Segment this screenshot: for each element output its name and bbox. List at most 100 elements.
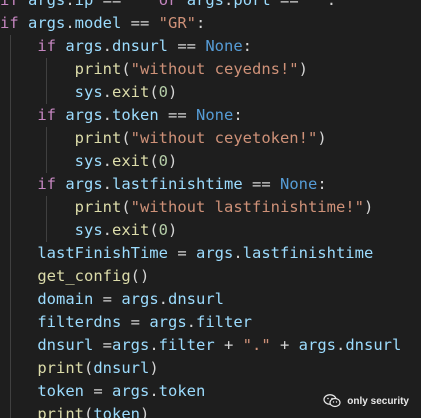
code-line[interactable]: print("without lastfinishtime!") <box>0 196 421 219</box>
code-token: "." <box>242 336 271 354</box>
code-token: == <box>93 0 131 9</box>
code-token: . <box>102 106 112 124</box>
indent-guide <box>46 196 47 219</box>
indent-guide <box>46 81 47 104</box>
code-line[interactable]: filterdns = args.filter <box>0 311 421 334</box>
indent-guide <box>46 127 47 150</box>
code-token: sys <box>74 152 103 170</box>
code-token: or <box>158 0 187 9</box>
code-token: . <box>102 175 112 193</box>
code-line[interactable]: domain = args.dnsurl <box>0 288 421 311</box>
code-token: exit <box>112 221 150 239</box>
code-token: == <box>270 0 309 9</box>
code-token: exit <box>112 152 150 170</box>
code-line[interactable]: dnsurl =args.filter + "." + args.dnsurl <box>0 334 421 357</box>
code-token: = <box>93 290 122 308</box>
code-line[interactable]: if args.ip == "" or args.port == "": <box>0 0 421 12</box>
code-line[interactable]: lastFinishTime = args.lastfinishtime <box>0 242 421 265</box>
code-token: args <box>65 106 103 124</box>
code-token: . <box>102 152 112 170</box>
code-line[interactable]: if args.token == None: <box>0 104 421 127</box>
code-token: "without ceyetoken!" <box>130 129 318 147</box>
indent-guide <box>10 104 11 127</box>
code-token: ( <box>121 60 131 78</box>
code-token: ) <box>149 359 159 377</box>
code-token: . <box>233 244 243 262</box>
indent-guide <box>46 58 47 81</box>
code-line[interactable]: if args.model == "GR": <box>0 12 421 35</box>
watermark-text: only security <box>347 395 409 407</box>
code-token: dnsurl <box>93 359 150 377</box>
code-token: . <box>149 336 159 354</box>
code-token: . <box>102 221 112 239</box>
code-token: lastfinishtime <box>242 244 374 262</box>
code-token: if <box>0 14 28 32</box>
code-area[interactable]: if args.ip == "" or args.port == "": if a… <box>0 0 421 418</box>
indent-guide <box>10 35 11 58</box>
code-token: print <box>37 359 84 377</box>
code-token: args <box>65 37 103 55</box>
code-line[interactable]: sys.exit(0) <box>0 150 421 173</box>
code-token: + <box>270 336 299 354</box>
code-token: lastFinishTime <box>37 244 168 262</box>
code-token: "" <box>308 0 327 9</box>
code-token: filterdns <box>37 313 122 331</box>
code-editor[interactable]: if args.ip == "" or args.port == "": if a… <box>0 0 421 418</box>
code-line[interactable]: sys.exit(0) <box>0 219 421 242</box>
indent-guide <box>10 403 11 418</box>
code-token: None <box>196 106 234 124</box>
watermark: only security <box>323 394 409 408</box>
indent-guide <box>10 173 11 196</box>
code-token: token <box>112 106 159 124</box>
code-token: args <box>121 290 159 308</box>
code-token: == <box>158 106 196 124</box>
code-token: = <box>121 313 150 331</box>
code-token: "" <box>130 0 150 9</box>
code-line[interactable]: sys.exit(0) <box>0 81 421 104</box>
code-line[interactable]: if args.lastfinishtime == None: <box>0 173 421 196</box>
code-line[interactable]: if args.dnsurl == None: <box>0 35 421 58</box>
code-token: sys <box>74 221 103 239</box>
code-token: args <box>149 313 187 331</box>
code-token: ( <box>84 359 94 377</box>
code-token: . <box>149 382 159 400</box>
code-token: . <box>158 290 168 308</box>
code-token: print <box>74 198 122 216</box>
code-token: ) <box>317 129 327 147</box>
indent-guide <box>46 150 47 173</box>
code-token: None <box>279 175 318 193</box>
code-token: args <box>298 336 336 354</box>
code-token: print <box>74 60 122 78</box>
indent-guide <box>10 242 11 265</box>
code-token: "without lastfinishtime!" <box>130 198 364 216</box>
code-token: = <box>84 382 112 400</box>
code-line[interactable]: print("without ceyedns!") <box>0 58 421 81</box>
code-token: args <box>112 382 150 400</box>
code-token: model <box>74 14 122 32</box>
indent-guide <box>10 380 11 403</box>
code-token: sys <box>74 83 103 101</box>
code-line[interactable]: print(dnsurl) <box>0 357 421 380</box>
code-token: 0 <box>158 83 169 101</box>
code-token: () <box>130 267 150 285</box>
code-token: ( <box>149 152 159 170</box>
indent-guide <box>10 334 11 357</box>
code-token: . <box>336 336 346 354</box>
wechat-icon <box>323 394 341 408</box>
code-token: args <box>28 0 66 9</box>
code-token: . <box>65 0 75 9</box>
indent-guide <box>10 265 11 288</box>
indent-guide <box>10 81 11 104</box>
code-line[interactable]: print("without ceyetoken!") <box>0 127 421 150</box>
code-token: port <box>233 0 271 9</box>
code-line[interactable]: get_config() <box>0 265 421 288</box>
code-token: ip <box>74 0 94 9</box>
